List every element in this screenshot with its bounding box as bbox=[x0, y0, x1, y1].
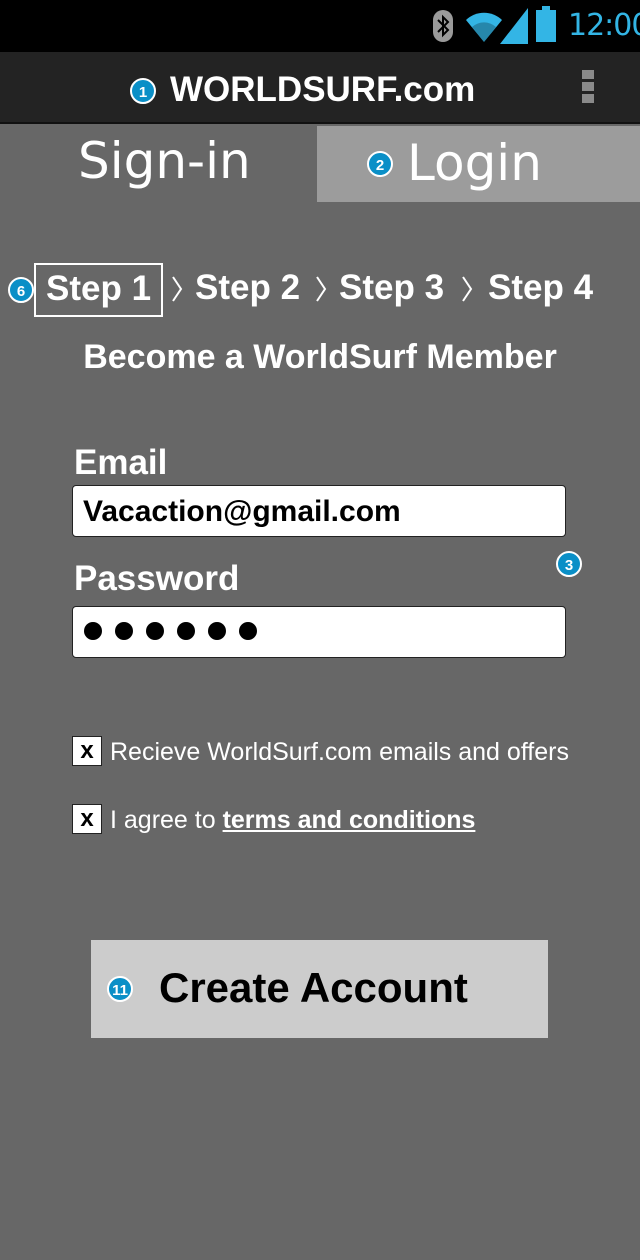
password-dot bbox=[115, 622, 133, 640]
create-account-button[interactable]: 11 Create Account bbox=[91, 940, 548, 1038]
app-title: WORLDSURF.com bbox=[170, 70, 476, 109]
tab-sign-in[interactable]: Sign-in bbox=[0, 126, 317, 202]
annotation-badge: 1 bbox=[130, 78, 156, 104]
annotation-badge: 6 bbox=[8, 277, 34, 303]
step-2[interactable]: Step 2 bbox=[195, 268, 300, 308]
password-label: Password bbox=[74, 559, 240, 598]
annotation-badge: 11 bbox=[107, 976, 133, 1002]
chevron-right-icon bbox=[316, 276, 327, 302]
tab-sign-in-label: Sign-in bbox=[78, 132, 251, 190]
email-field[interactable]: Vacaction@gmail.com bbox=[72, 485, 566, 537]
terms-prefix: I agree to bbox=[110, 806, 223, 834]
battery-icon bbox=[536, 6, 556, 42]
clock: 12:00 bbox=[568, 8, 640, 43]
tab-login-label: Login bbox=[407, 134, 542, 192]
email-label: Email bbox=[74, 443, 168, 482]
password-dot bbox=[208, 622, 226, 640]
status-bar: 12:00 bbox=[0, 0, 640, 52]
bluetooth-icon bbox=[433, 10, 453, 42]
annotation-badge: 2 bbox=[367, 151, 393, 177]
password-dot bbox=[146, 622, 164, 640]
step-1[interactable]: Step 1 bbox=[34, 263, 164, 317]
terms-label: I agree to terms and conditions bbox=[110, 806, 475, 835]
step-breadcrumb: 6 Step 1 Step 2 Step 3 Step 4 bbox=[0, 262, 640, 318]
annotation-badge: 3 bbox=[556, 551, 582, 577]
terms-checkbox[interactable]: x bbox=[72, 804, 102, 834]
wifi-icon bbox=[466, 12, 502, 43]
tab-login[interactable]: 2 Login bbox=[317, 126, 640, 202]
signal-icon bbox=[500, 8, 528, 44]
chevron-right-icon bbox=[462, 276, 473, 302]
action-bar: 1 WORLDSURF.com bbox=[0, 52, 640, 124]
password-dot bbox=[177, 622, 195, 640]
page-title: Become a WorldSurf Member bbox=[83, 338, 557, 376]
chevron-right-icon bbox=[172, 276, 183, 302]
step-4[interactable]: Step 4 bbox=[488, 268, 593, 308]
offers-label: Recieve WorldSurf.com emails and offers bbox=[110, 738, 569, 766]
password-dot bbox=[84, 622, 102, 640]
offers-checkbox[interactable]: x bbox=[72, 736, 102, 766]
overflow-menu-icon[interactable] bbox=[582, 70, 596, 106]
create-account-label: Create Account bbox=[159, 964, 468, 1011]
password-mask bbox=[84, 622, 257, 640]
terms-link[interactable]: terms and conditions bbox=[223, 806, 476, 834]
step-3[interactable]: Step 3 bbox=[339, 268, 444, 308]
password-dot bbox=[239, 622, 257, 640]
